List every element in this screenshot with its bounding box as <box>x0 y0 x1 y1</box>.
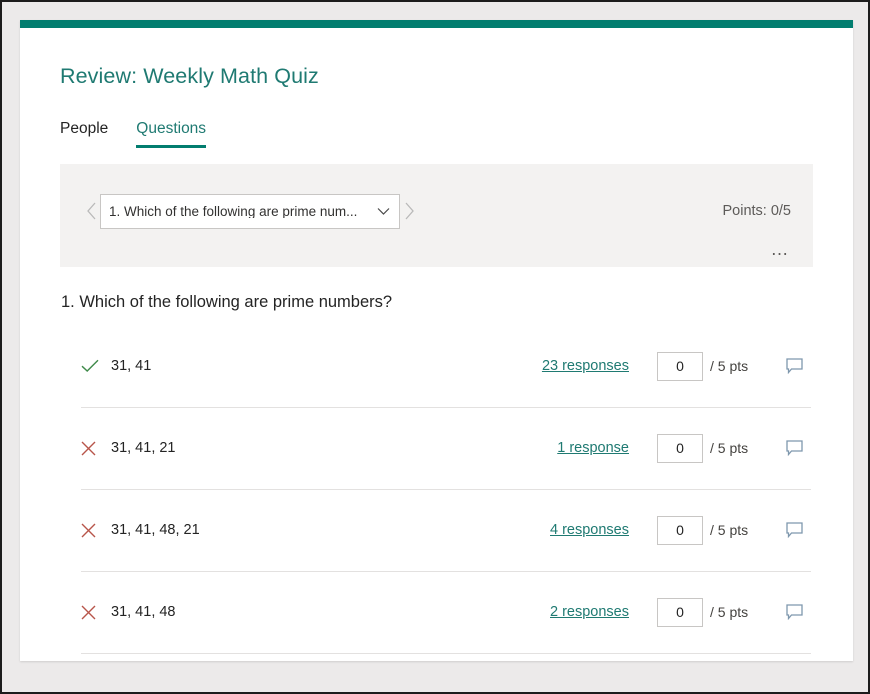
quiz-review-page: Review: Weekly Math Quiz People Question… <box>20 20 853 661</box>
score-cell: / 5 pts <box>657 515 777 545</box>
comment-icon[interactable] <box>777 440 811 457</box>
score-suffix: / 5 pts <box>710 358 749 375</box>
page-title: Review: Weekly Math Quiz <box>60 64 319 88</box>
responses-link[interactable]: 2 responses <box>550 604 629 620</box>
responses-cell: 23 responses <box>411 357 657 375</box>
close-icon <box>81 441 111 456</box>
points-summary: Points: 0/5 <box>722 202 791 219</box>
score-cell: / 5 pts <box>657 597 777 627</box>
close-icon <box>81 605 111 620</box>
score-suffix: / 5 pts <box>710 440 749 457</box>
check-icon <box>81 359 111 373</box>
question-dropdown[interactable]: 1. Which of the following are prime num.… <box>100 193 400 229</box>
responses-link[interactable]: 4 responses <box>550 522 629 538</box>
question-selector-row: 1. Which of the following are prime num.… <box>82 164 791 229</box>
score-suffix: / 5 pts <box>710 522 749 539</box>
table-row: 31, 41, 48 2 responses / 5 pts <box>81 572 811 654</box>
tab-questions-label: Questions <box>136 120 207 138</box>
page-content: Review: Weekly Math Quiz People Question… <box>20 28 853 661</box>
comment-icon[interactable] <box>777 522 811 539</box>
score-input[interactable] <box>657 351 703 381</box>
answer-label: 31, 41, 48 <box>111 603 176 620</box>
chevron-down-icon <box>373 207 393 216</box>
score-input[interactable] <box>657 597 703 627</box>
tab-people[interactable]: People <box>60 121 108 148</box>
responses-cell: 2 responses <box>411 603 657 621</box>
close-icon <box>81 523 111 538</box>
screenshot-root: Review: Weekly Math Quiz People Question… <box>0 0 870 694</box>
answer-list: 31, 41 23 responses / 5 pts <box>60 326 813 654</box>
tab-people-label: People <box>60 120 109 138</box>
responses-link[interactable]: 23 responses <box>542 358 629 374</box>
brand-accent-bar <box>20 20 853 28</box>
tab-list: People Questions <box>60 114 813 148</box>
chevron-right-icon[interactable] <box>400 200 418 222</box>
responses-link[interactable]: 1 response <box>557 440 629 456</box>
comment-icon[interactable] <box>777 358 811 375</box>
question-heading: 1. Which of the following are prime numb… <box>61 292 393 311</box>
score-suffix: / 5 pts <box>710 604 749 621</box>
score-input[interactable] <box>657 515 703 545</box>
table-row: 31, 41, 21 1 response / 5 pts <box>81 408 811 490</box>
table-row: 31, 41, 48, 21 4 responses / 5 pts <box>81 490 811 572</box>
answer-label: 31, 41, 21 <box>111 439 176 456</box>
answer-label: 31, 41, 48, 21 <box>111 521 200 538</box>
question-dropdown-value: 1. Which of the following are prime num.… <box>109 204 358 219</box>
overflow-menu-button[interactable]: … <box>771 240 792 258</box>
comment-icon[interactable] <box>777 604 811 621</box>
score-cell: / 5 pts <box>657 351 777 381</box>
responses-cell: 1 response <box>411 439 657 457</box>
answer-label: 31, 41 <box>111 357 152 374</box>
table-row: 31, 41 23 responses / 5 pts <box>81 326 811 408</box>
question-selector-panel: 1. Which of the following are prime num.… <box>60 163 813 267</box>
chevron-left-icon[interactable] <box>82 200 100 222</box>
responses-cell: 4 responses <box>411 521 657 539</box>
score-input[interactable] <box>657 433 703 463</box>
score-cell: / 5 pts <box>657 433 777 463</box>
tab-questions[interactable]: Questions <box>136 121 206 148</box>
